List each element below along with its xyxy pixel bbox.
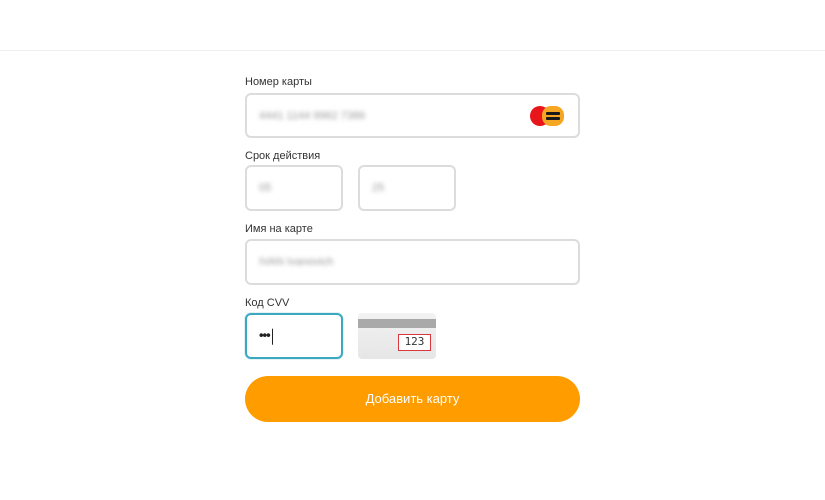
cvv-field[interactable]: ••• [245,313,343,359]
cvv-value: ••• [259,328,273,345]
add-card-button[interactable]: Добавить карту [245,376,580,422]
expiry-month-value: 05 [259,182,272,194]
cardholder-field[interactable]: IVAN Ivanovich [245,239,580,285]
cvv-label: Код CVV [245,297,290,309]
cardholder-value: IVAN Ivanovich [259,256,334,268]
top-bar [0,0,825,51]
cvv-hint-card-icon: 123 [358,313,436,359]
magnetic-stripe [358,319,436,328]
text-caret [271,328,273,345]
card-number-value: 4441 1144 9962 7386 [259,109,366,122]
expiry-month-field[interactable]: 05 [245,165,343,211]
card-number-label: Номер карты [245,76,312,88]
mastercard-logo-icon [530,105,566,127]
card-number-field[interactable]: 4441 1144 9962 7386 [245,93,580,138]
expiry-year-value: 25 [372,182,385,194]
expiry-year-field[interactable]: 25 [358,165,456,211]
cvv-hint-code: 123 [398,334,431,351]
cardholder-label: Имя на карте [245,223,313,235]
expiry-label: Срок действия [245,150,321,162]
